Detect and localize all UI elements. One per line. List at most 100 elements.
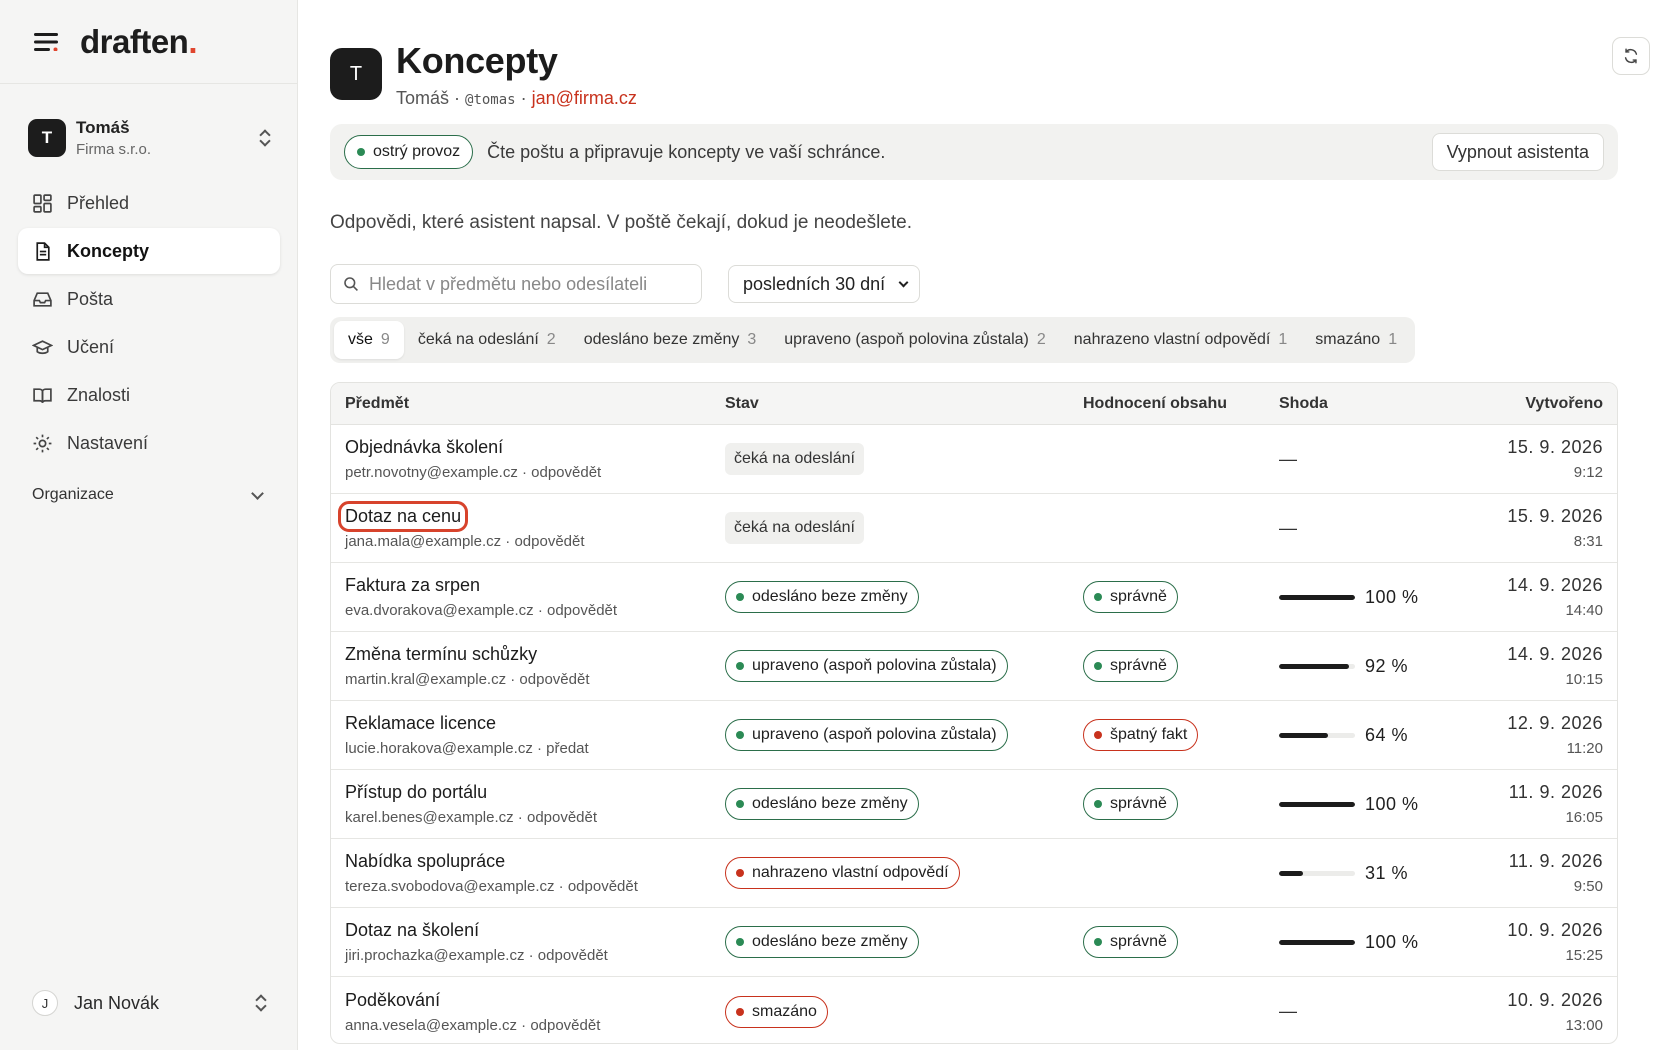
period-select[interactable]: posledních 30 dní (728, 265, 920, 303)
column-header-subject[interactable]: Předmět (331, 395, 725, 413)
page-subtitle: Tomáš · @tomas · jan@firma.cz (396, 88, 637, 109)
row-meta: tereza.svobodova@example.cz · odpovědět (345, 878, 638, 895)
status-badge: nahrazeno vlastní odpovědí (725, 857, 960, 889)
user-name: Jan Novák (74, 992, 160, 1013)
column-header-created[interactable]: Vytvořeno (1469, 395, 1617, 413)
tab-label: vše (348, 331, 373, 348)
chevron-updown-icon (258, 128, 272, 148)
tab-odeslano-beze-zmeny[interactable]: odesláno beze změny 3 (570, 321, 771, 359)
status-badge: odesláno beze změny (725, 788, 919, 820)
row-time: 8:31 (1573, 533, 1603, 550)
column-header-rating[interactable]: Hodnocení obsahu (1083, 395, 1279, 413)
table-row[interactable]: Dotaz na školení jiri.prochazka@example.c… (331, 908, 1617, 977)
status-badge: ostrý provoz (344, 135, 474, 169)
status-badge: upraveno (aspoň polovina zůstala) (725, 650, 1008, 682)
tab-ceka-na-odeslani[interactable]: čeká na odeslání 2 (404, 321, 570, 359)
column-header-match[interactable]: Shoda (1279, 395, 1469, 413)
row-subject[interactable]: Reklamace licence (345, 713, 496, 734)
table-row[interactable]: Poděkování anna.vesela@example.cz · odpov… (331, 977, 1617, 1043)
status-label: upraveno (aspoň polovina zůstala) (752, 726, 997, 743)
sidebar-item-nastaveni[interactable]: Nastavení (18, 420, 280, 466)
rating-dot-icon (1094, 593, 1102, 601)
rating-dot-icon (1094, 938, 1102, 946)
tab-label: odesláno beze změny (583, 331, 740, 348)
tab-vse[interactable]: vše 9 (334, 321, 404, 359)
tab-count: 3 (747, 331, 757, 348)
avatar: J (32, 990, 58, 1016)
match-bar-fill (1279, 594, 1355, 600)
status-filter-tabs: vše 9 čeká na odeslání 2 odesláno beze změ… (330, 317, 1416, 363)
sidebar-item-koncepty[interactable]: Koncepty (18, 228, 280, 274)
table-row[interactable]: Objednávka školení petr.novotny@example.c… (331, 425, 1617, 494)
menu-icon[interactable] (34, 32, 58, 51)
tab-nahrazeno[interactable]: nahrazeno vlastní odpovědí 1 (1060, 321, 1302, 359)
account-handle: @tomas (465, 92, 516, 108)
search-field[interactable] (330, 264, 702, 304)
disable-assistant-button[interactable]: Vypnout asistenta (1431, 133, 1604, 171)
match-percent: 64 % (1365, 724, 1409, 745)
workspace-switcher[interactable]: T Tomáš Firma s.r.o. (20, 106, 280, 170)
sidebar-item-uceni[interactable]: Učení (18, 324, 280, 370)
tab-upraveno[interactable]: upraveno (aspoň polovina zůstala) 2 (770, 321, 1060, 359)
sidebar-item-posta[interactable]: Pošta (18, 276, 280, 322)
graduation-cap-icon (32, 339, 53, 354)
tab-count: 1 (1388, 331, 1398, 348)
tab-label: upraveno (aspoň polovina zůstala) (784, 331, 1029, 348)
row-subject[interactable]: Nabídka spolupráce (345, 851, 505, 872)
user-menu[interactable]: J Jan Novák (32, 990, 268, 1016)
status-dot-icon (357, 148, 365, 156)
row-meta: karel.benes@example.cz · odpovědět (345, 809, 598, 826)
organization-label: Organizace (32, 486, 114, 503)
sidebar-item-label: Koncepty (67, 240, 150, 261)
status-dot-icon (736, 869, 744, 877)
column-header-status[interactable]: Stav (725, 395, 1083, 413)
table-row[interactable]: Reklamace licence lucie.horakova@example.… (331, 701, 1617, 770)
chevron-down-icon (251, 486, 264, 500)
row-date: 11. 9. 2026 (1508, 782, 1603, 802)
match-empty: — (1279, 1001, 1297, 1021)
rating-badge: správně (1083, 788, 1178, 820)
row-date: 10. 9. 2026 (1507, 920, 1603, 940)
row-time: 11:20 (1566, 740, 1603, 757)
match-bar (1279, 663, 1355, 669)
inbox-icon (33, 291, 52, 307)
tab-smazano[interactable]: smazáno 1 (1301, 321, 1411, 359)
row-subject[interactable]: Přístup do portálu (345, 782, 487, 803)
row-subject[interactable]: Dotaz na školení (345, 920, 479, 941)
workspace-org: Firma s.r.o. (76, 141, 152, 158)
row-subject[interactable]: Poděkování (345, 990, 440, 1011)
status-label: odesláno beze změny (752, 588, 908, 605)
row-subject[interactable]: Objednávka školení (345, 437, 503, 458)
book-icon (33, 387, 52, 403)
search-input[interactable] (369, 273, 689, 295)
header-avatar: T (330, 48, 382, 100)
match-bar-fill (1279, 939, 1355, 945)
match-percent: 92 % (1365, 655, 1409, 676)
sidebar-nav: Přehled Koncepty Pošta Učení Znalosti Na… (18, 180, 280, 468)
organization-toggle[interactable]: Organizace (32, 486, 268, 504)
match-bar (1279, 801, 1355, 807)
brand-logo[interactable]: draften. (80, 23, 197, 61)
sidebar-item-znalosti[interactable]: Znalosti (18, 372, 280, 418)
match-bar (1279, 732, 1355, 738)
account-email[interactable]: jan@firma.cz (532, 88, 637, 108)
assistant-status-banner: ostrý provoz Čte poštu a připravuje konc… (330, 124, 1618, 180)
row-subject[interactable]: Dotaz na cenu (337, 501, 469, 532)
row-date: 11. 9. 2026 (1508, 851, 1603, 871)
match-percent: 100 % (1365, 931, 1419, 952)
table-row[interactable]: Dotaz na cenu jana.mala@example.cz · odpo… (331, 494, 1617, 563)
row-meta: martin.kral@example.cz · odpovědět (345, 671, 590, 688)
table-row[interactable]: Faktura za srpen eva.dvorakova@example.cz… (331, 563, 1617, 632)
row-meta: petr.novotny@example.cz · odpovědět (345, 464, 602, 481)
sidebar-item-prehled[interactable]: Přehled (18, 180, 280, 226)
table-row[interactable]: Změna termínu schůzky martin.kral@example… (331, 632, 1617, 701)
status-badge: odesláno beze změny (725, 581, 919, 613)
row-subject[interactable]: Změna termínu schůzky (345, 644, 537, 665)
table-row[interactable]: Přístup do portálu karel.benes@example.cz… (331, 770, 1617, 839)
table-row[interactable]: Nabídka spolupráce tereza.svobodova@examp… (331, 839, 1617, 908)
match-percent: 31 % (1365, 862, 1409, 883)
sidebar-item-label: Pošta (67, 288, 114, 309)
row-subject[interactable]: Faktura za srpen (345, 575, 480, 596)
match-empty: — (1279, 448, 1297, 469)
refresh-button[interactable] (1612, 37, 1650, 75)
